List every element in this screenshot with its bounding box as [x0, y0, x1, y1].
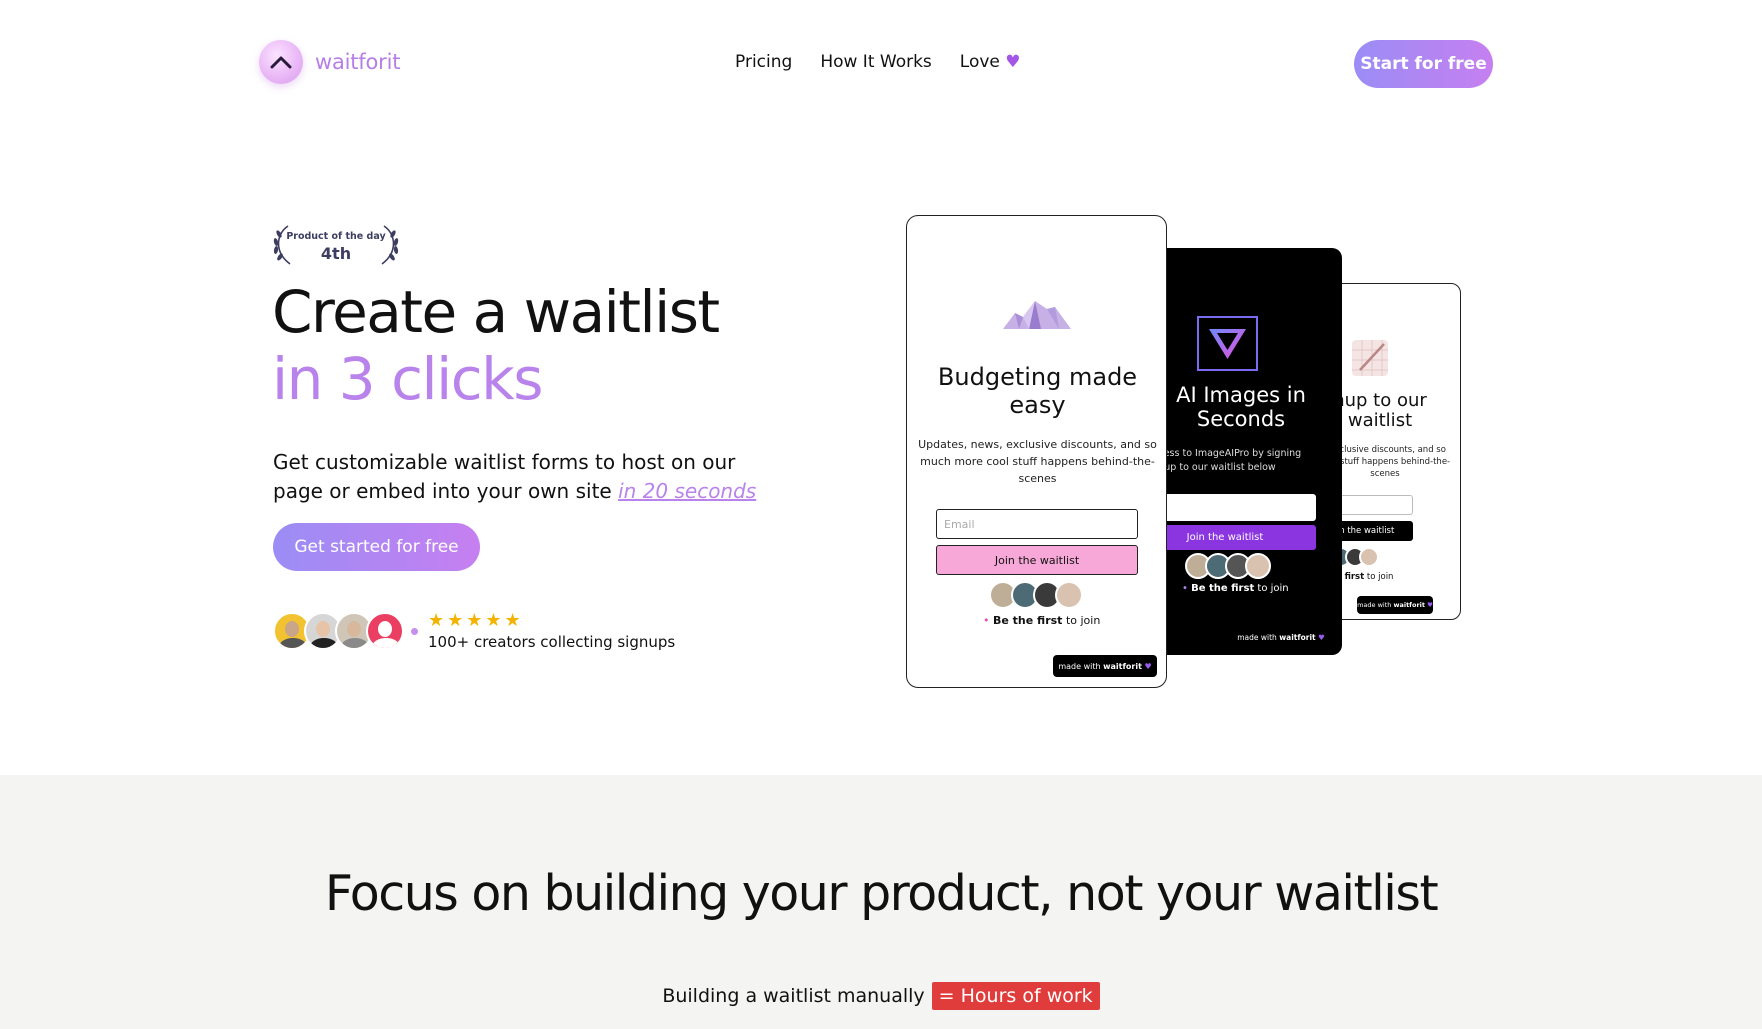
social-proof: ★★★★★ 100+ creators collecting signups — [273, 610, 675, 652]
notepad-icon — [1352, 340, 1388, 376]
hero-title: Create a waitlist — [272, 278, 720, 346]
heart-icon: ♥ — [1144, 661, 1152, 671]
nav-link-love[interactable]: Love ♥ — [960, 52, 1021, 72]
five-stars-icon: ★★★★★ — [428, 610, 524, 631]
avatar — [1359, 547, 1379, 567]
badge-label: Product of the day — [286, 231, 386, 242]
purple-heart-icon: ♥ — [1005, 52, 1021, 72]
made-with-brand: waitforit — [1279, 632, 1316, 642]
logo[interactable]: waitforit — [259, 40, 400, 84]
avatar — [366, 612, 404, 650]
nav-link-pricing[interactable]: Pricing — [735, 52, 792, 72]
waitlist-card-ai-images[interactable]: AI Images in Seconds y access to ImageAI… — [1140, 248, 1342, 655]
be-first-rest: to join — [1257, 583, 1289, 594]
card-description: Updates, news, exclusive discounts, and … — [918, 438, 1157, 485]
be-first-bold: Be the first — [993, 614, 1063, 627]
be-first-rest: to join — [1065, 614, 1101, 627]
made-with-prefix: made with — [1357, 601, 1392, 609]
made-with-badge[interactable]: made with waitforit ♥ — [1053, 655, 1157, 677]
product-of-the-day-badge[interactable]: Product of the day 4th — [270, 222, 402, 266]
made-with-brand: waitforit — [1393, 601, 1426, 609]
mountain-logo-icon — [1003, 301, 1071, 329]
manual-label: Building a waitlist manually — [662, 985, 925, 1007]
section-heading: Focus on building your product, not your… — [324, 865, 1439, 922]
card-avatars — [989, 581, 1083, 609]
be-first-text: • Be the first to join — [983, 614, 1100, 627]
card-title: AI Images in Seconds — [1176, 383, 1306, 431]
join-waitlist-button[interactable]: Join the waitlist — [936, 545, 1138, 575]
start-for-free-button[interactable]: Start for free — [1354, 40, 1493, 88]
nav-link-love-label: Love — [959, 52, 1000, 72]
heart-icon: ♥ — [1427, 601, 1433, 609]
logo-chevron-up-icon — [259, 40, 303, 84]
email-field[interactable]: Email — [936, 509, 1138, 539]
be-first-text: • Be the first to join — [1182, 583, 1289, 594]
proof-label: 100+ creators collecting signups — [428, 633, 676, 651]
hero-subtitle: Get customizable waitlist forms to host … — [273, 448, 773, 506]
made-with-brand: waitforit — [1103, 661, 1142, 671]
hours-of-work-badge: = Hours of work — [931, 982, 1100, 1010]
proof-dot — [411, 627, 418, 635]
waitlist-card-budget[interactable]: Budgeting made easy Updates, news, exclu… — [906, 215, 1167, 688]
triangle-logo-icon — [1197, 316, 1258, 371]
made-with-prefix: made with — [1058, 661, 1101, 671]
logo-text: waitforit — [315, 50, 401, 74]
be-first-rest: to join — [1366, 572, 1394, 582]
proof-text: ★★★★★ 100+ creators collecting signups — [428, 610, 676, 652]
made-with-badge[interactable]: made with waitforit ♥ — [1233, 629, 1329, 645]
top-nav: waitforit Pricing How It Works Love ♥ St… — [0, 0, 1762, 128]
be-first-bold: Be the first — [1191, 583, 1255, 594]
avatar — [1245, 553, 1271, 579]
nav-links: Pricing How It Works Love ♥ — [735, 52, 1021, 72]
avatar — [1055, 581, 1083, 609]
card-title: Budgeting made easy — [937, 363, 1138, 419]
heart-icon: ♥ — [1318, 632, 1325, 642]
get-started-button[interactable]: Get started for free — [273, 523, 480, 571]
dot-icon: • — [983, 614, 990, 627]
dot-icon: • — [1182, 583, 1188, 594]
made-with-badge[interactable]: made with waitforit ♥ — [1357, 596, 1433, 614]
hero-title-accent: in 3 clicks — [272, 345, 543, 413]
card-avatars — [1185, 553, 1271, 579]
nav-link-how-it-works[interactable]: How It Works — [820, 52, 931, 72]
made-with-prefix: made with — [1237, 632, 1277, 642]
hero-subtitle-highlight: in 20 seconds — [618, 479, 757, 503]
badge-rank: 4th — [320, 244, 352, 263]
manual-comparison: Building a waitlist manually = Hours of … — [0, 982, 1762, 1010]
